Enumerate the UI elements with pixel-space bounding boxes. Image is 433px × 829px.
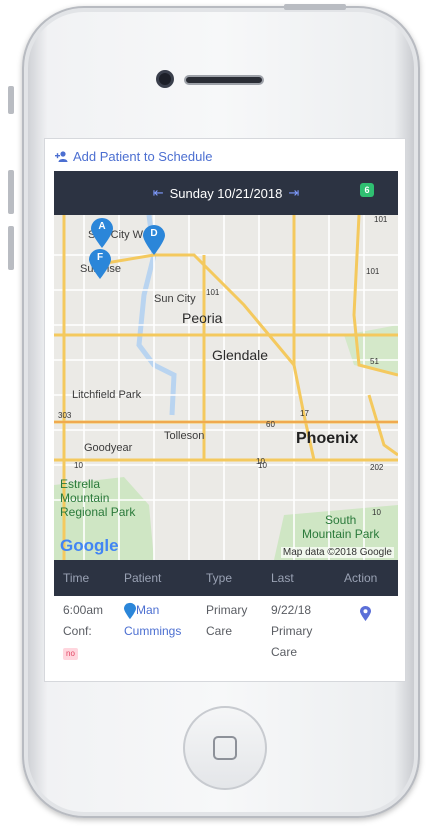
date-navigation-bar: ⇤ Sunday 10/21/2018 ⇥ 6 bbox=[54, 171, 398, 215]
map-label-south-mountain: South Mountain Park bbox=[302, 513, 380, 541]
map-label-estrella: Estrella Mountain Regional Park bbox=[60, 477, 136, 519]
patient-first-name-link[interactable]: Man bbox=[136, 600, 159, 621]
last-visit-type-line-2: Care bbox=[271, 645, 298, 659]
map-label-tolleson: Tolleson bbox=[164, 430, 205, 442]
map-marker-f-letter: F bbox=[96, 252, 104, 263]
appointment-type-cell: Primary Care bbox=[206, 600, 247, 642]
column-header-time: Time bbox=[63, 571, 90, 585]
home-button bbox=[183, 706, 267, 790]
appointment-time-cell: 6:00am Conf: no bbox=[63, 600, 103, 663]
previous-day-arrow-icon[interactable]: ⇤ bbox=[153, 185, 164, 201]
last-visit-cell: 9/22/18 Primary Care bbox=[271, 600, 312, 663]
table-row: 6:00am Conf: no Man Cummings Primary Car… bbox=[54, 596, 398, 676]
map-marker-a-letter: A bbox=[98, 221, 106, 232]
power-button bbox=[284, 4, 346, 10]
type-line-2: Care bbox=[206, 624, 233, 638]
route-shield-101a: 101 bbox=[206, 288, 220, 297]
map-marker-f[interactable]: F bbox=[89, 249, 111, 279]
route-shield-10c: 10 bbox=[256, 457, 265, 466]
location-pin-icon[interactable] bbox=[360, 606, 371, 621]
route-shield-202: 202 bbox=[370, 463, 384, 472]
map-label-goodyear: Goodyear bbox=[84, 442, 133, 454]
map-pin-icon bbox=[124, 602, 136, 620]
map-label-peoria: Peoria bbox=[182, 310, 223, 326]
appointment-count-badge: 6 bbox=[360, 183, 374, 197]
front-camera bbox=[156, 70, 174, 88]
column-header-action: Action bbox=[344, 571, 378, 585]
route-shield-101c: 101 bbox=[374, 215, 388, 224]
map-attribution[interactable]: Map data ©2018 Google bbox=[280, 547, 394, 558]
map-marker-d[interactable]: D bbox=[143, 225, 165, 255]
map-label-phoenix: Phoenix bbox=[296, 430, 359, 447]
appointment-time: 6:00am bbox=[63, 603, 104, 617]
map-marker-a[interactable]: A bbox=[91, 218, 113, 248]
volume-down-button bbox=[8, 226, 14, 270]
map-marker-d-letter: D bbox=[150, 228, 158, 239]
route-shield-60: 60 bbox=[266, 420, 275, 429]
add-user-icon bbox=[55, 150, 68, 162]
route-shield-101b: 101 bbox=[366, 267, 380, 276]
add-patient-link[interactable]: Add Patient to Schedule bbox=[55, 147, 213, 165]
column-header-last: Last bbox=[271, 571, 294, 585]
last-visit-type-line-1: Primary bbox=[271, 624, 313, 638]
confirmation-label: Conf: bbox=[63, 624, 92, 638]
column-header-patient: Patient bbox=[124, 571, 162, 585]
type-line-1: Primary bbox=[206, 603, 248, 617]
schedule-table-header: Time Patient Type Last Action bbox=[54, 560, 398, 596]
map-label-glendale: Glendale bbox=[212, 347, 269, 363]
patient-last-name-link[interactable]: Cummings bbox=[124, 621, 181, 642]
last-visit-date: 9/22/18 bbox=[271, 603, 312, 617]
google-logo[interactable]: Google bbox=[60, 536, 119, 556]
action-cell bbox=[360, 606, 371, 628]
current-date-label: Sunday 10/21/2018 bbox=[169, 185, 283, 201]
confirmation-status-badge: no bbox=[63, 648, 78, 660]
volume-up-button bbox=[8, 170, 14, 214]
mute-switch bbox=[8, 86, 14, 114]
route-shield-303: 303 bbox=[58, 411, 72, 420]
add-patient-label: Add Patient to Schedule bbox=[73, 148, 213, 164]
earpiece-speaker bbox=[184, 75, 264, 85]
route-shield-10d: 10 bbox=[372, 508, 381, 517]
map-label-sun-city: Sun City bbox=[154, 293, 196, 305]
home-square-icon bbox=[213, 736, 237, 760]
route-shield-10a: 10 bbox=[74, 461, 83, 470]
map-label-litchfield-park: Litchfield Park bbox=[72, 389, 142, 401]
schedule-map[interactable]: Sun City W Surprise Sun City Peoria Glen… bbox=[54, 215, 398, 560]
column-header-type: Type bbox=[206, 571, 233, 585]
route-shield-51: 51 bbox=[370, 357, 379, 366]
patient-cell[interactable]: Man Cummings bbox=[124, 600, 181, 642]
next-day-arrow-icon[interactable]: ⇥ bbox=[288, 185, 299, 201]
route-shield-17: 17 bbox=[300, 409, 309, 418]
app-screen: Add Patient to Schedule ⇤ Sunday 10/21/2… bbox=[44, 138, 406, 682]
